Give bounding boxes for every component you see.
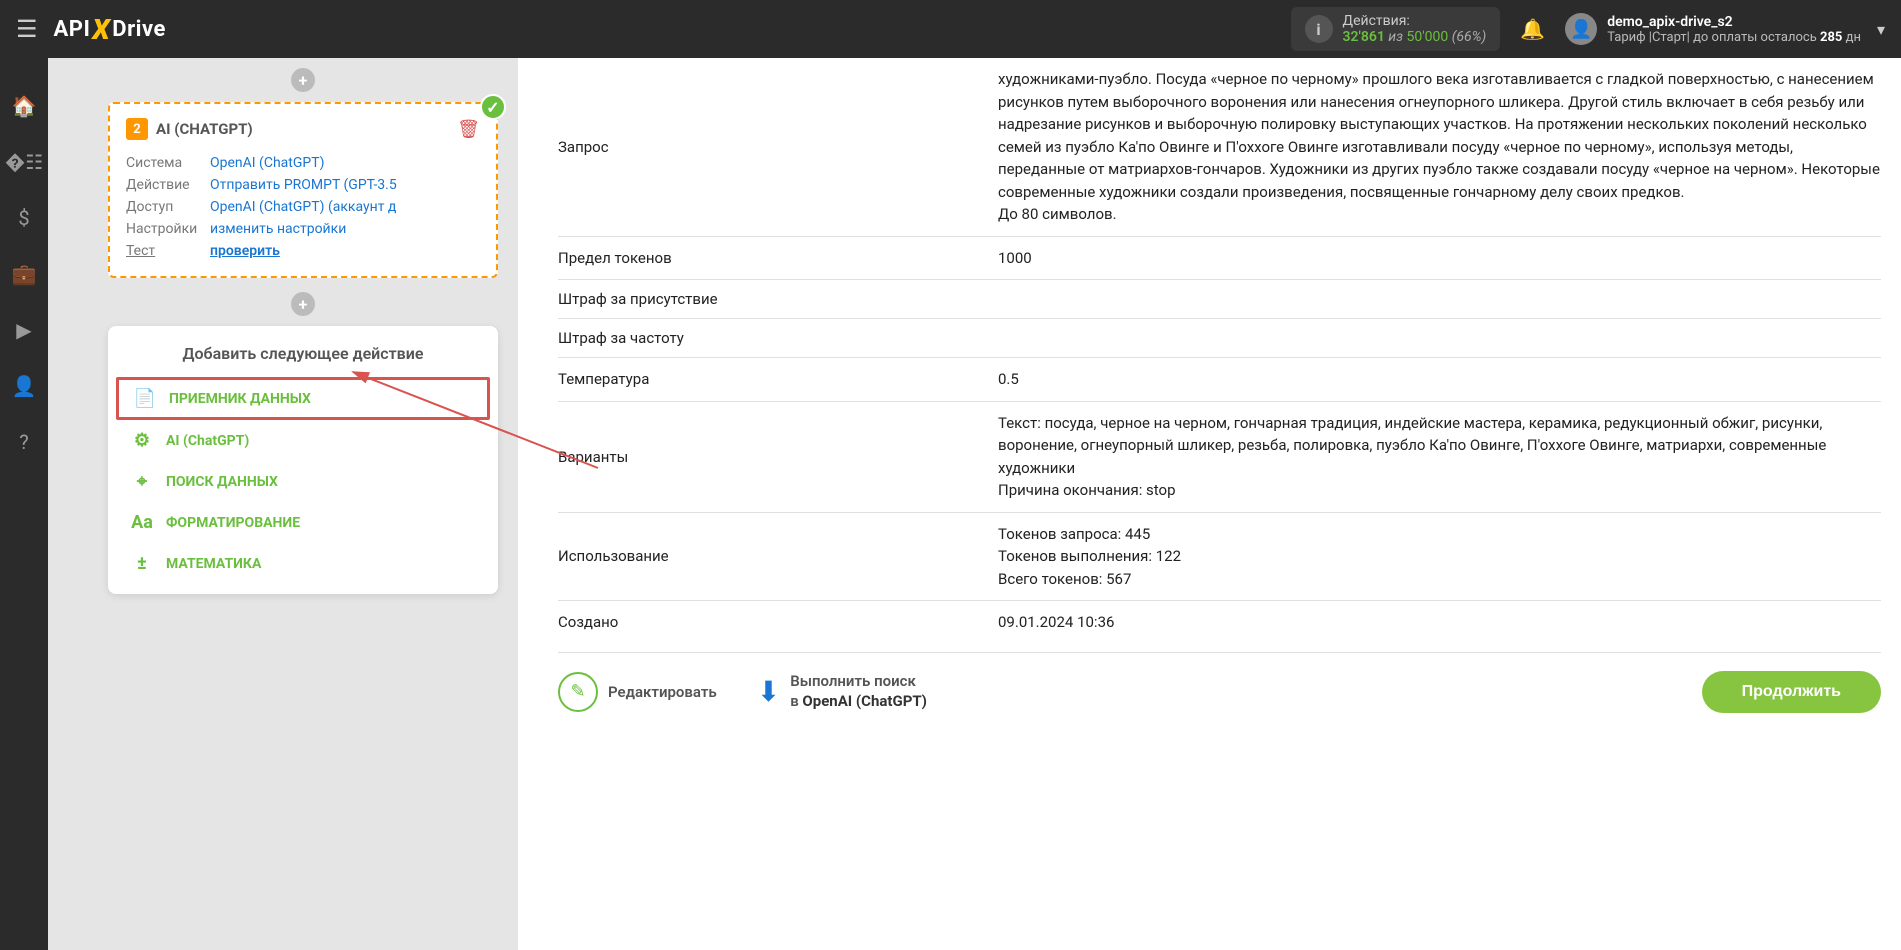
actions-label: Действия: [1343,13,1487,29]
next-format-label: ФОРМАТИРОВАНИЕ [166,515,300,531]
logo-api: API [54,17,91,42]
search-label: Выполнить поиск в OpenAI (ChatGPT) [790,672,927,711]
actions-text: Действия: 32'861 из 50'000 (66%) [1343,13,1487,45]
field-freq-label: Штраф за частоту [558,329,998,347]
nav-help-icon[interactable]: ? [19,430,28,454]
next-item-receiver[interactable]: 📄 ПРИЕМНИК ДАННЫХ [116,377,490,420]
next-search-label: ПОИСК ДАННЫХ [166,474,278,490]
field-usage-value: Токенов запроса: 445 Токенов выполнения:… [998,523,1881,591]
row-test-label: Тест [126,243,210,259]
check-icon: ✓ [480,94,506,120]
edit-label: Редактировать [608,683,717,701]
logo-x-icon: X [92,13,110,46]
next-item-format[interactable]: Aa ФОРМАТИРОВАНИЕ [108,502,498,543]
footer-actions: ✎ Редактировать ⬇ Выполнить поиск в Open… [558,652,1881,713]
row-access-value[interactable]: OpenAI (ChatGPT) (аккаунт д [210,199,396,215]
field-variants-value: Текст: посуда, черное на черном, гончарн… [998,412,1881,502]
field-freq-value [998,329,1881,347]
row-action-value[interactable]: Отправить PROMPT (GPT-3.5 [210,177,397,193]
step-card-ai[interactable]: ✓ 2 AI (CHATGPT) 🗑 СистемаOpenAI (ChatGP… [108,102,498,278]
field-presence-value [998,290,1881,308]
side-nav: 🏠 �☷ $ 💼 ▶ 👤 ? [0,58,48,950]
chevron-down-icon: ▾ [1877,20,1885,39]
ai-icon: ⚙ [128,430,156,451]
user-info: demo_apix-drive_s2 Тариф |Старт| до опла… [1607,14,1861,45]
edit-button[interactable]: ✎ Редактировать [558,672,717,712]
next-action-title: Добавить следующее действие [108,344,498,363]
nav-home-icon[interactable]: 🏠 [12,94,37,118]
row-system-label: Система [126,155,210,171]
step-number: 2 [126,118,148,140]
field-tokens-value: 1000 [998,247,1881,270]
actions-counter[interactable]: i Действия: 32'861 из 50'000 (66%) [1291,7,1501,51]
download-icon: ⬇ [757,675,780,708]
field-tokens-label: Предел токенов [558,247,998,270]
add-step-bottom[interactable]: + [291,292,315,316]
row-settings-label: Настройки [126,221,210,237]
continue-button[interactable]: Продолжить [1702,671,1881,713]
actions-pct: (66%) [1448,29,1486,45]
info-icon: i [1305,15,1333,43]
next-ai-label: AI (ChatGPT) [166,433,249,449]
next-item-search[interactable]: ⌖ ПОИСК ДАННЫХ [108,461,498,502]
row-action-label: Действие [126,177,210,193]
actions-total: 50'000 [1406,29,1448,45]
field-presence-label: Штраф за присутствие [558,290,998,308]
field-request-value: художниками-пуэбло. Посуда «черное по че… [998,68,1881,226]
field-created-label: Создано [558,611,998,634]
logo[interactable]: API X Drive [54,13,166,46]
steps-column: + ✓ 2 AI (CHATGPT) 🗑 СистемаOpenAI (Chat… [48,58,518,950]
row-settings-value[interactable]: изменить настройки [210,221,346,237]
avatar-icon: 👤 [1565,13,1597,45]
pencil-icon: ✎ [558,672,598,712]
row-test-value[interactable]: проверить [210,243,280,259]
user-menu[interactable]: 👤 demo_apix-drive_s2 Тариф |Старт| до оп… [1565,13,1885,45]
nav-user-icon[interactable]: 👤 [12,374,37,398]
nav-connections-icon[interactable]: �☷ [5,150,43,174]
nav-briefcase-icon[interactable]: 💼 [12,262,37,286]
field-temp-value: 0.5 [998,368,1881,391]
row-access-label: Доступ [126,199,210,215]
step-title: AI (CHATGPT) [156,120,253,138]
user-name: demo_apix-drive_s2 [1607,14,1861,30]
add-step-top[interactable]: + [291,68,315,92]
tariff-text: Тариф |Старт| до оплаты осталось 285 дн [1607,30,1861,45]
actions-of: из [1385,29,1407,45]
next-receiver-label: ПРИЕМНИК ДАННЫХ [169,391,311,407]
search-data-icon: ⌖ [128,471,156,492]
field-temp-label: Температура [558,368,998,391]
field-variants-label: Варианты [558,412,998,502]
bell-icon[interactable]: 🔔 [1520,17,1545,41]
math-icon: ± [128,553,156,574]
next-item-ai[interactable]: ⚙ AI (ChatGPT) [108,420,498,461]
actions-current: 32'861 [1343,29,1385,45]
next-math-label: МАТЕМАТИКА [166,556,261,572]
header-bar: ☰ API X Drive i Действия: 32'861 из 50'0… [0,0,1901,58]
field-usage-label: Использование [558,523,998,591]
next-action-card: Добавить следующее действие 📄 ПРИЕМНИК ДА… [108,326,498,594]
hamburger-icon[interactable]: ☰ [16,15,38,43]
field-request-label: Запрос [558,68,998,226]
details-panel: Запрос художниками-пуэбло. Посуда «черно… [518,58,1901,950]
logo-drive: Drive [112,17,166,42]
trash-icon[interactable]: 🗑 [457,119,480,140]
nav-billing-icon[interactable]: $ [18,206,29,230]
receiver-icon: 📄 [131,388,159,409]
field-created-value: 09.01.2024 10:36 [998,611,1881,634]
next-item-math[interactable]: ± МАТЕМАТИКА [108,543,498,584]
format-icon: Aa [128,512,156,533]
nav-video-icon[interactable]: ▶ [16,318,31,342]
row-system-value[interactable]: OpenAI (ChatGPT) [210,155,324,171]
run-search-button[interactable]: ⬇ Выполнить поиск в OpenAI (ChatGPT) [757,672,927,711]
